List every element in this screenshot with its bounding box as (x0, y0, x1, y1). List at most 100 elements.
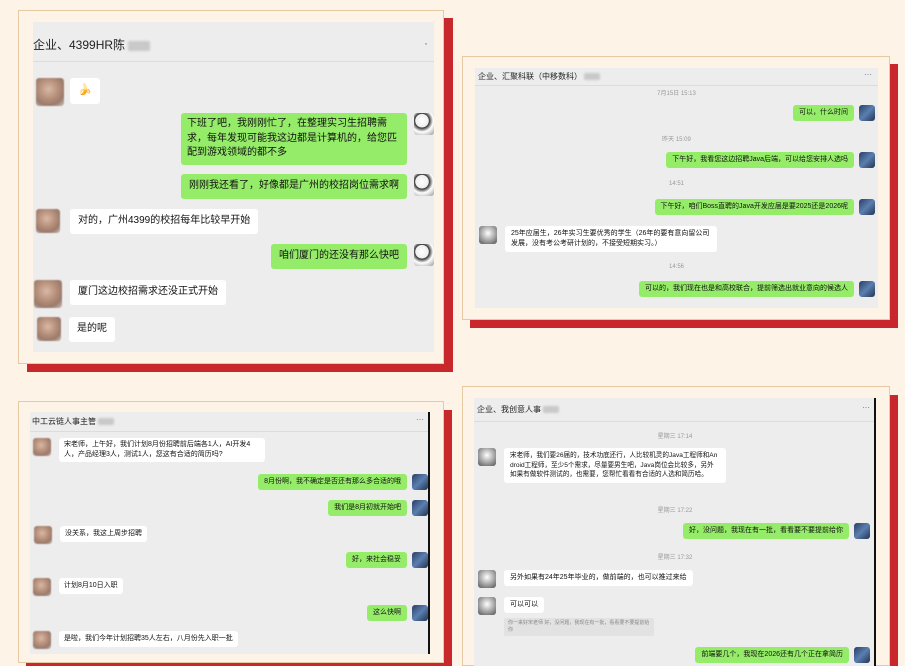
timestamp: 昨天 15:09 (662, 137, 691, 143)
message-bubble: 我们是8月初就开始吧 (328, 500, 407, 517)
message-row: 这么快啊 (367, 605, 428, 622)
chat-window: 中工云链人事主管 ··· 宋老师，上午好，我们计划8月份招聘前后端各1人，AI开… (30, 412, 430, 654)
message-bubble: 25年应届生，26年实习生要优秀的学生（26年的要有意向留公司发展，没有考公考研… (505, 226, 717, 253)
message-row: 可以的，我们现在也是和高校联合，提前筛选出就业意向的候选人 (639, 281, 875, 298)
more-icon[interactable]: · (424, 36, 428, 50)
message-bubble: 可以，什么时间 (793, 105, 854, 122)
avatar[interactable] (37, 317, 61, 341)
name-blur (98, 418, 115, 426)
chat-title: 中工云链人事主管 (32, 417, 96, 426)
avatar[interactable] (414, 244, 434, 266)
message-row: 前端要几个，我现在2026还有几个正在拿简历 (695, 647, 870, 664)
chat-title: 企业、4399HR陈 (33, 38, 126, 52)
chat-title: 企业、我创意人事 (477, 405, 541, 414)
message-row: 可以可以 (478, 597, 544, 615)
avatar[interactable] (36, 78, 64, 106)
message-bubble: 计划8月10日入职 (59, 578, 123, 595)
message-row: 另外如果有24年25年毕业的，做前端的，也可以推过来给 (478, 570, 693, 588)
scrollbar[interactable] (428, 412, 430, 654)
message-row: 刚刚我还看了，好像都是广州的校招岗位需求啊 (181, 174, 434, 199)
avatar[interactable] (854, 647, 870, 663)
message-row: 🍌 (36, 78, 100, 106)
message-bubble: 下班了吧，我刚刚忙了，在整理实习生招聘需求，每年发现可能我这边都是计算机的，给您… (181, 113, 407, 165)
message-bubble: 可以的，我们现在也是和高校联合，提前筛选出就业意向的候选人 (639, 281, 854, 298)
avatar[interactable] (478, 597, 496, 615)
chat-header: 中工云链人事主管 ··· (30, 412, 430, 432)
avatar[interactable] (859, 281, 875, 297)
avatar[interactable] (478, 570, 496, 588)
message-bubble: 下午好，我看您这边招聘Java后端，可以给您安排人选吗 (666, 152, 854, 169)
message-row: 下午好，咱们Boss直聘的Java开发应届是要2025还是2026呢 (654, 199, 875, 216)
message-bubble: 好，没问题，我现在有一批，看看要不要提前给你 (683, 523, 849, 540)
name-blur (584, 73, 601, 81)
timestamp: 星期三 17:32 (657, 555, 693, 561)
avatar[interactable] (854, 523, 870, 539)
chat-window: 企业、4399HR陈 · 🍌 下班了吧，我刚刚忙了，在整理实习生招聘需求，每年发… (33, 22, 434, 352)
message-row: 对的，广州4399的校招每年比较早开始 (36, 209, 259, 234)
message-bubble: 另外如果有24年25年毕业的，做前端的，也可以推过来给 (504, 570, 693, 587)
avatar[interactable] (859, 105, 875, 121)
message-row: 宋老师，上午好，我们计划8月份招聘前后端各1人，AI开发4人，产品经理3人，测试… (33, 438, 265, 463)
timestamp: 7月15日 15:13 (657, 91, 696, 97)
message-bubble: 厦门这边校招需求还没正式开始 (70, 280, 226, 305)
avatar[interactable] (479, 226, 497, 244)
message-bubble: 🍌 (70, 78, 100, 104)
avatar[interactable] (34, 526, 52, 544)
chat-window: 企业、汇聚科联（中移数科） ··· 7月15日 15:13 可以，什么时间 昨天… (475, 68, 878, 308)
message-bubble: 是的呢 (69, 317, 115, 342)
message-bubble: 咱们厦门的还没有那么快吧 (271, 244, 407, 269)
more-icon[interactable]: ··· (862, 403, 870, 412)
message-bubble: 对的，广州4399的校招每年比较早开始 (70, 209, 259, 234)
message-bubble: 是啦，我们今年计划招聘35人左右，八月份先入职一批 (59, 631, 238, 648)
message-row: 好，没问题，我现在有一批，看看要不要提前给你 (683, 523, 870, 540)
message-row: 咱们厦门的还没有那么快吧 (271, 244, 434, 269)
message-row: 厦门这边校招需求还没正式开始 (34, 280, 226, 308)
message-row: 我们是8月初就开始吧 (328, 500, 428, 517)
avatar[interactable] (478, 448, 496, 466)
message-bubble: 可以可以 (504, 597, 544, 614)
avatar[interactable] (412, 474, 428, 490)
scrollbar[interactable] (874, 398, 876, 666)
message-bubble: 前端要几个，我现在2026还有几个正在拿简历 (695, 647, 849, 664)
message-row: 25年应届生，26年实习生要优秀的学生（26年的要有意向留公司发展，没有考公考研… (479, 226, 717, 253)
message-row: 下班了吧，我刚刚忙了，在整理实习生招聘需求，每年发现可能我这边都是计算机的，给您… (174, 113, 434, 165)
timestamp: 14:51 (668, 181, 684, 187)
more-icon[interactable]: ··· (416, 415, 424, 424)
message-bubble: 这么快啊 (367, 605, 407, 622)
avatar[interactable] (34, 280, 62, 308)
message-row: 是啦，我们今年计划招聘35人左右，八月份先入职一批 (33, 631, 238, 649)
quoted-reply: 你一来好宋老师 好，没问题，我现在有一批，看看要不要提前给你 (504, 618, 654, 636)
message-row: 是的呢 (37, 317, 115, 342)
message-bubble: 宋老师，上午好，我们计划8月份招聘前后端各1人，AI开发4人，产品经理3人，测试… (59, 438, 265, 463)
more-icon[interactable]: ··· (864, 70, 872, 79)
message-row: 8月份啊，我不确定是否还有那么多合适的哦 (258, 474, 428, 491)
avatar[interactable] (33, 578, 51, 596)
chat-title: 企业、汇聚科联（中移数科） (478, 72, 582, 81)
avatar[interactable] (36, 209, 60, 233)
message-bubble: 好，来社会稳妥 (346, 552, 407, 569)
avatar[interactable] (414, 174, 434, 196)
message-row: 可以，什么时间 (793, 105, 875, 122)
avatar[interactable] (859, 199, 875, 215)
name-blur (128, 40, 151, 51)
message-bubble: 8月份啊，我不确定是否还有那么多合适的哦 (258, 474, 407, 491)
timestamp: 星期三 17:14 (657, 434, 693, 440)
avatar[interactable] (412, 552, 428, 568)
avatar[interactable] (412, 500, 428, 516)
message-row: 好，来社会稳妥 (346, 552, 428, 569)
chat-header: 企业、汇聚科联（中移数科） ··· (475, 68, 878, 86)
chat-window: 企业、我创意人事 ··· 星期三 17:14 宋老师，我们要26届的，技术功底还… (474, 398, 876, 666)
message-row: 没关系，我这上周步招聘 (34, 526, 147, 544)
message-row: 下午好，我看您这边招聘Java后端，可以给您安排人选吗 (666, 152, 875, 169)
message-bubble: 刚刚我还看了，好像都是广州的校招岗位需求啊 (181, 174, 407, 199)
avatar[interactable] (414, 113, 434, 135)
chat-header: 企业、我创意人事 ··· (474, 398, 876, 422)
message-row: 宋老师，我们要26届的，技术功底还行，人比较机灵的Java工程师和Android… (478, 448, 726, 483)
message-row: 计划8月10日入职 (33, 578, 123, 596)
message-bubble: 宋老师，我们要26届的，技术功底还行，人比较机灵的Java工程师和Android… (504, 448, 726, 483)
avatar[interactable] (33, 631, 51, 649)
avatar[interactable] (412, 605, 428, 621)
avatar[interactable] (33, 438, 51, 456)
chat-header: 企业、4399HR陈 · (33, 22, 434, 62)
avatar[interactable] (859, 152, 875, 168)
